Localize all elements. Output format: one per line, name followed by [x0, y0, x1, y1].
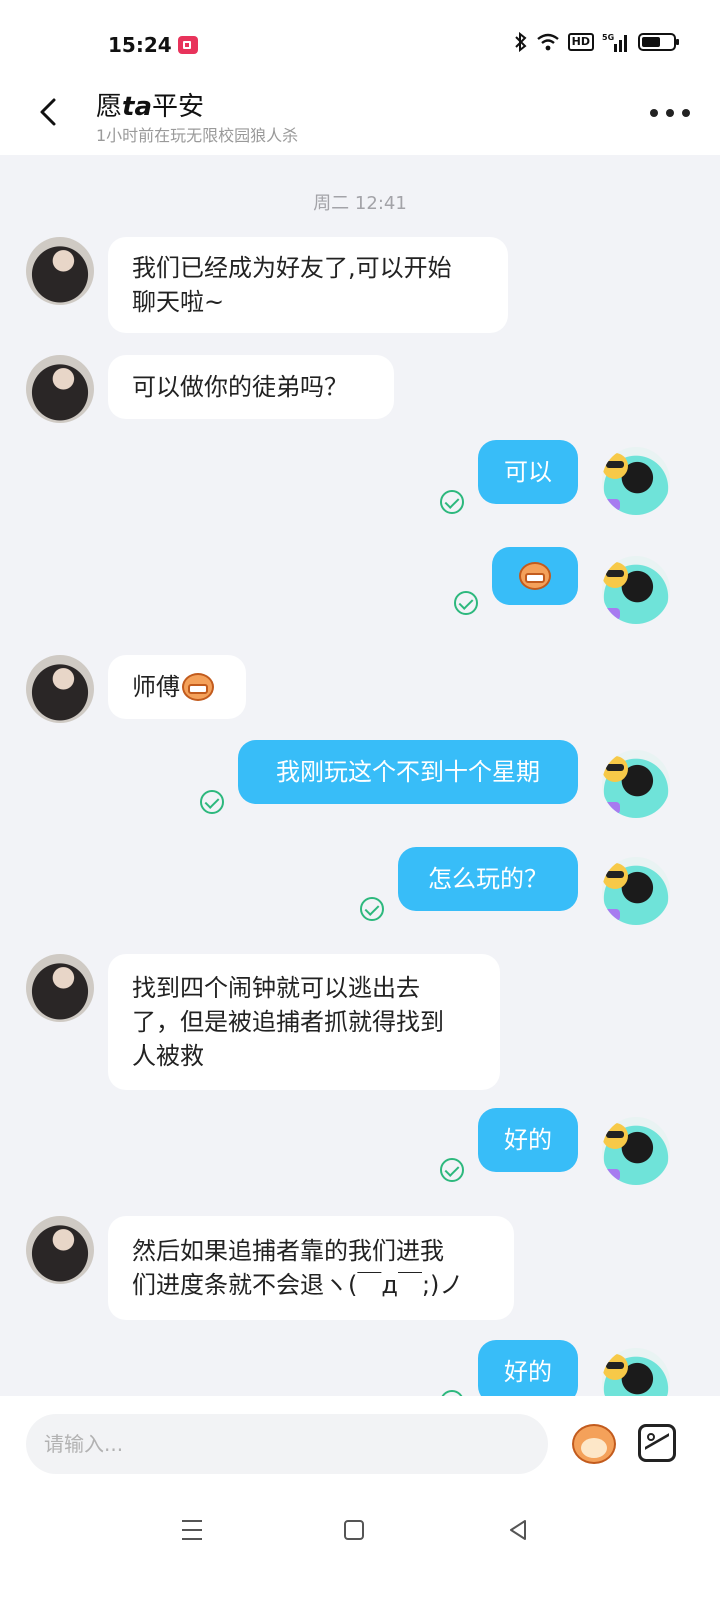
triangle-back-icon	[510, 1520, 526, 1540]
message-bubble[interactable]: 怎么玩的？	[398, 847, 578, 911]
delivered-check-icon	[440, 490, 464, 514]
my-avatar[interactable]	[602, 1117, 670, 1185]
message-input[interactable]	[26, 1414, 548, 1474]
battery-icon	[638, 33, 679, 51]
chevron-left-icon	[40, 98, 56, 126]
sunglasses-emoji-icon	[602, 863, 628, 889]
input-bar	[0, 1396, 720, 1496]
signal-icon: 5G	[602, 32, 630, 52]
message-text: 可以做你的徒弟吗？	[132, 373, 348, 401]
nav-menu-button[interactable]	[182, 1520, 202, 1540]
system-nav-bar	[0, 1496, 720, 1600]
message-bubble[interactable]	[492, 547, 578, 605]
contact-name-italic: ta	[122, 92, 152, 122]
message-text: 然后如果追捕者靠的我们进我 们进度条就不会退ヽ(￣д￣;)ノ	[132, 1237, 464, 1299]
status-icons: HD 5G	[514, 32, 679, 52]
screen-record-icon	[178, 36, 198, 54]
sunglasses-emoji-icon	[602, 1354, 628, 1380]
contact-name[interactable]: 愿ta平安	[96, 86, 204, 123]
message-bubble[interactable]: 我们已经成为好友了,可以开始 聊天啦~	[108, 237, 508, 333]
chat-timestamp: 周二 12:41	[313, 193, 407, 214]
status-time: 15:24	[108, 33, 172, 57]
delivered-check-icon	[200, 790, 224, 814]
laughing-monkey-icon	[517, 560, 553, 592]
message-text: 怎么玩的？	[428, 865, 548, 893]
delivered-check-icon	[454, 591, 478, 615]
monkey-face-icon	[581, 1438, 607, 1458]
wifi-icon	[536, 32, 560, 52]
message-text: 可以	[504, 458, 552, 486]
delivered-check-icon	[360, 897, 384, 921]
message-bubble[interactable]: 师傅	[108, 655, 246, 719]
contact-avatar[interactable]	[26, 655, 94, 723]
laughing-monkey-icon	[180, 671, 216, 703]
nav-home-button[interactable]	[344, 1520, 364, 1540]
my-avatar[interactable]	[602, 447, 670, 515]
back-button[interactable]	[30, 94, 66, 130]
my-avatar[interactable]	[602, 556, 670, 624]
image-picker-button[interactable]	[638, 1424, 676, 1462]
message-text: 好的	[504, 1358, 552, 1386]
my-avatar[interactable]	[602, 750, 670, 818]
message-bubble[interactable]: 可以	[478, 440, 578, 504]
message-text: 我刚玩这个不到十个星期	[276, 758, 540, 786]
hd-badge: HD	[567, 33, 594, 51]
my-avatar[interactable]	[602, 857, 670, 925]
sunglasses-emoji-icon	[602, 756, 628, 782]
message-bubble[interactable]: 找到四个闹钟就可以逃出去 了，但是被追捕者抓就得找到 人被救	[108, 954, 500, 1090]
contact-name-suffix: 平安	[152, 92, 205, 122]
message-bubble[interactable]: 我刚玩这个不到十个星期	[238, 740, 578, 804]
badge-icon	[602, 499, 620, 511]
badge-icon	[602, 1169, 620, 1181]
contact-status: 1小时前在玩无限校园狼人杀	[96, 126, 299, 145]
dot-icon	[682, 109, 690, 117]
message-text: 师傅	[132, 673, 180, 701]
contact-avatar[interactable]	[26, 355, 94, 423]
message-text: 找到四个闹钟就可以逃出去 了，但是被追捕者抓就得找到 人被救	[132, 974, 444, 1070]
badge-icon	[602, 608, 620, 620]
chat-header: 愿ta平安 1小时前在玩无限校园狼人杀	[0, 80, 720, 155]
delivered-check-icon	[440, 1158, 464, 1182]
svg-text:5G: 5G	[602, 33, 614, 42]
message-bubble[interactable]: 然后如果追捕者靠的我们进我 们进度条就不会退ヽ(￣д￣;)ノ	[108, 1216, 514, 1320]
bluetooth-icon	[514, 32, 528, 52]
sunglasses-emoji-icon	[602, 1123, 628, 1149]
message-text: 我们已经成为好友了,可以开始 聊天啦~	[132, 254, 452, 316]
emoji-button[interactable]	[570, 1422, 618, 1466]
contact-avatar[interactable]	[26, 237, 94, 305]
contact-name-prefix: 愿	[96, 92, 123, 122]
sunglasses-emoji-icon	[602, 562, 628, 588]
badge-icon	[602, 802, 620, 814]
message-text: 好的	[504, 1126, 552, 1154]
badge-icon	[602, 909, 620, 921]
more-options-button[interactable]	[650, 100, 690, 126]
nav-back-button[interactable]	[506, 1518, 530, 1542]
dot-icon	[650, 109, 658, 117]
contact-avatar[interactable]	[26, 954, 94, 1022]
message-bubble[interactable]: 好的	[478, 1340, 578, 1404]
message-bubble[interactable]: 好的	[478, 1108, 578, 1172]
battery-fill	[642, 37, 660, 47]
sunglasses-emoji-icon	[602, 453, 628, 479]
status-bar: 15:24 HD 5G	[0, 0, 720, 80]
dot-icon	[666, 109, 674, 117]
contact-avatar[interactable]	[26, 1216, 94, 1284]
message-bubble[interactable]: 可以做你的徒弟吗？	[108, 355, 394, 419]
